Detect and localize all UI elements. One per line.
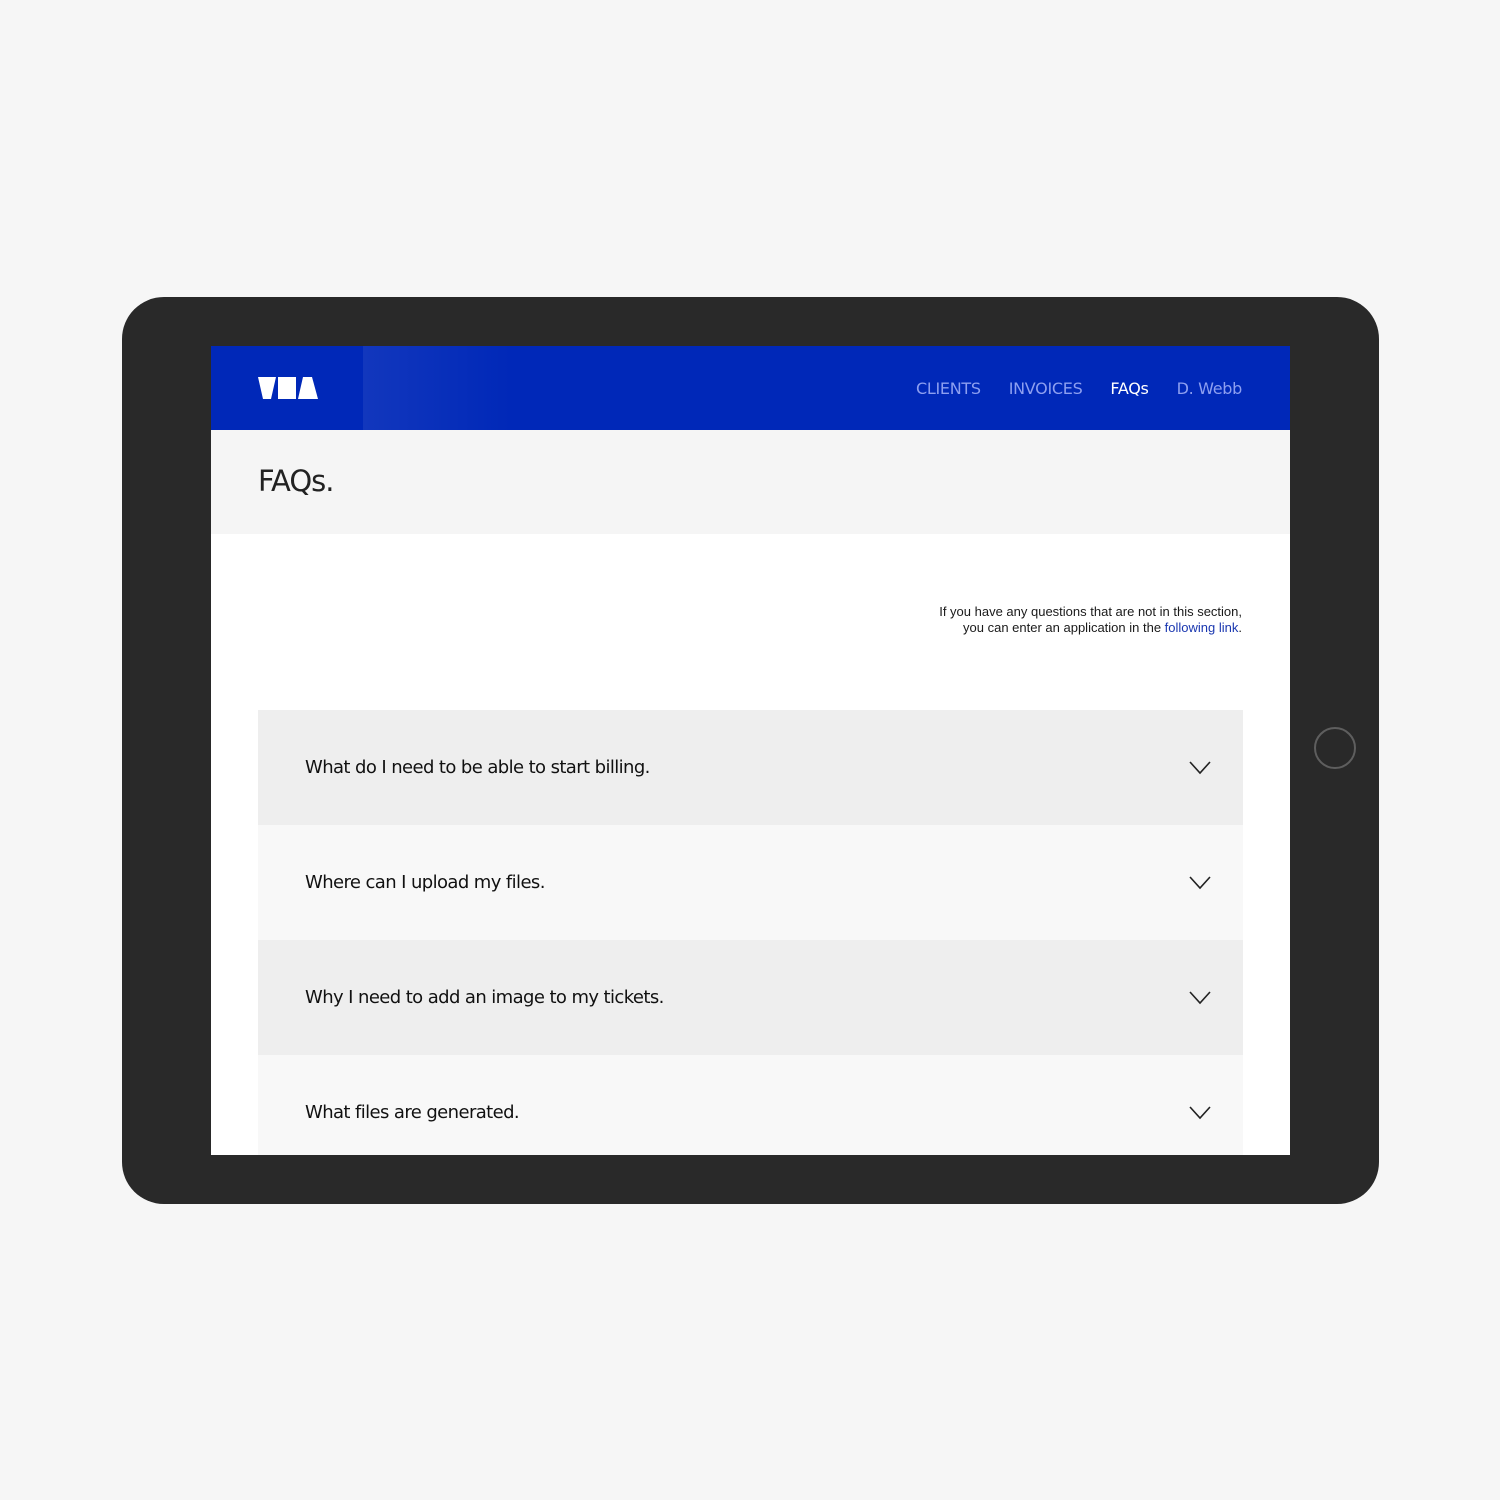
faq-list: What do I need to be able to start billi… — [258, 710, 1243, 1155]
help-note-suffix: . — [1238, 620, 1242, 635]
faq-question: Where can I upload my files. — [305, 872, 545, 893]
faq-question: What files are generated. — [305, 1102, 520, 1123]
top-navbar: CLIENTS INVOICES FAQs D. Webb — [211, 346, 1290, 430]
faq-item-files-generated[interactable]: What files are generated. — [258, 1055, 1243, 1155]
header-sheen — [363, 346, 513, 430]
faq-item-add-image[interactable]: Why I need to add an image to my tickets… — [258, 940, 1243, 1055]
help-note-line2: you can enter an application in the foll… — [822, 620, 1242, 636]
main-nav: CLIENTS INVOICES FAQs D. Webb — [916, 346, 1242, 430]
home-button[interactable] — [1314, 727, 1356, 769]
vma-logo[interactable] — [258, 377, 318, 399]
chevron-down-icon[interactable] — [1189, 991, 1211, 1005]
faq-question: What do I need to be able to start billi… — [305, 757, 650, 778]
nav-invoices[interactable]: INVOICES — [1009, 379, 1083, 398]
nav-clients[interactable]: CLIENTS — [916, 379, 981, 398]
page-title: FAQs. — [258, 464, 335, 498]
nav-user-menu[interactable]: D. Webb — [1177, 379, 1243, 398]
faq-item-upload-files[interactable]: Where can I upload my files. — [258, 825, 1243, 940]
chevron-down-icon[interactable] — [1189, 876, 1211, 890]
following-link[interactable]: following link — [1165, 620, 1239, 635]
page-title-band: FAQs. — [211, 430, 1290, 534]
help-note-prefix: you can enter an application in the — [963, 620, 1165, 635]
faq-question: Why I need to add an image to my tickets… — [305, 987, 664, 1008]
nav-faqs[interactable]: FAQs — [1110, 379, 1148, 398]
app-screen: CLIENTS INVOICES FAQs D. Webb FAQs. If y… — [211, 346, 1290, 1155]
help-note-line1: If you have any questions that are not i… — [939, 604, 1242, 619]
help-note: If you have any questions that are not i… — [822, 604, 1242, 636]
chevron-down-icon[interactable] — [1189, 1106, 1211, 1120]
chevron-down-icon[interactable] — [1189, 761, 1211, 775]
faq-item-start-billing[interactable]: What do I need to be able to start billi… — [258, 710, 1243, 825]
